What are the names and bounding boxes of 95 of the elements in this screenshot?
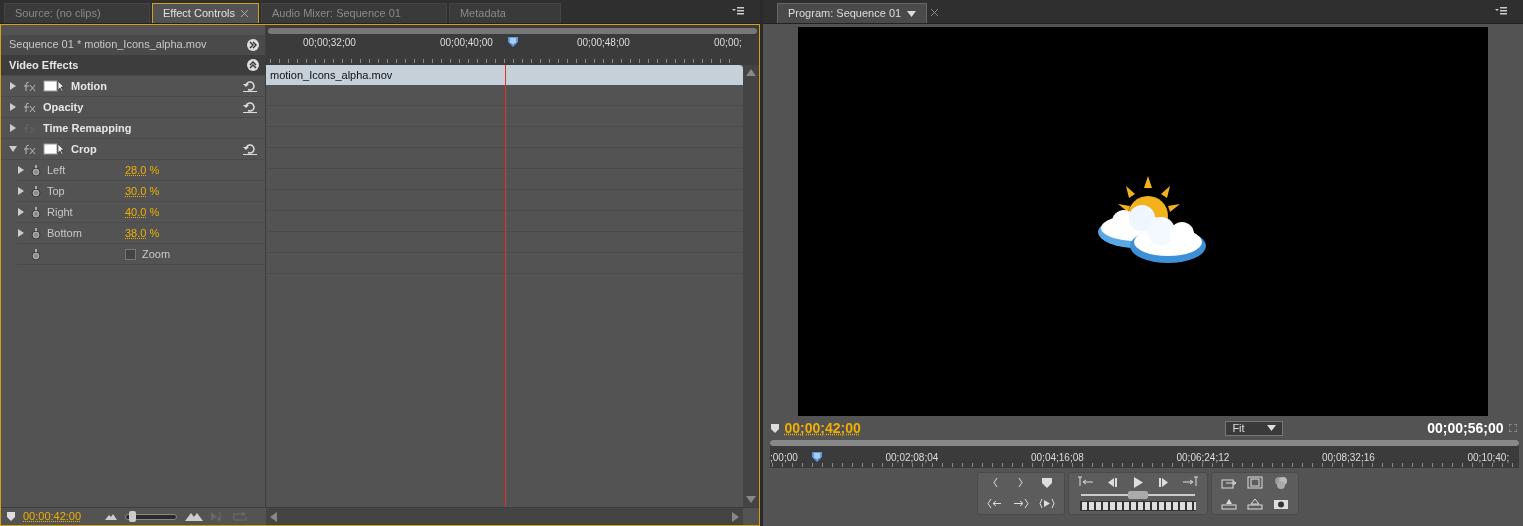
- ruler-label: 00;08;32;16: [1322, 451, 1375, 465]
- transform-icon[interactable]: [43, 143, 65, 155]
- expand-triangle-icon[interactable]: [17, 229, 25, 237]
- dropdown-icon[interactable]: [1266, 425, 1276, 431]
- expand-icon[interactable]: [1509, 424, 1517, 432]
- expand-triangle-icon[interactable]: [9, 124, 17, 132]
- go-to-out-icon[interactable]: [1013, 496, 1030, 510]
- duration-timecode: 00;00;56;00: [1427, 418, 1504, 438]
- reset-icon[interactable]: [243, 101, 257, 113]
- safe-margins-icon[interactable]: [1246, 476, 1263, 489]
- property-value[interactable]: 38.0: [125, 224, 147, 242]
- stopwatch-icon[interactable]: [31, 164, 41, 176]
- property-name: Bottom: [47, 225, 83, 241]
- fx-icon[interactable]: [23, 81, 37, 91]
- panel-menu-icon[interactable]: [732, 6, 744, 15]
- jog-wheel[interactable]: [1080, 501, 1196, 511]
- timeline-scrollbar[interactable]: [770, 440, 1519, 446]
- playhead-handle[interactable]: [507, 37, 518, 47]
- zoom-dropdown[interactable]: Fit: [1225, 420, 1283, 436]
- scroll-right-icon[interactable]: [732, 511, 739, 522]
- panel-tab[interactable]: Source: (no clips): [4, 3, 150, 23]
- property-name: Top: [47, 183, 66, 199]
- zoom-in-icon[interactable]: [185, 512, 204, 521]
- ruler-label: 00;00;32;00: [303, 36, 356, 50]
- step-forward-edit-icon[interactable]: [1182, 476, 1198, 489]
- scroll-up-icon[interactable]: [746, 69, 756, 76]
- slider-thumb[interactable]: [1128, 491, 1148, 499]
- effect-name: Motion: [71, 78, 108, 94]
- panel-menu-icon[interactable]: [1495, 6, 1507, 15]
- dropdown-icon[interactable]: [907, 10, 917, 17]
- scroll-down-icon[interactable]: [746, 496, 756, 503]
- step-back-edit-icon[interactable]: [1078, 476, 1094, 489]
- expand-triangle-icon[interactable]: [9, 103, 17, 111]
- unit-label: %: [149, 225, 160, 241]
- scroll-left-icon[interactable]: [270, 511, 277, 522]
- unit-label: %: [149, 204, 160, 220]
- transform-icon[interactable]: [43, 80, 65, 92]
- marker-icon[interactable]: [771, 423, 779, 433]
- expand-triangle-icon[interactable]: [9, 82, 17, 90]
- stopwatch-icon[interactable]: [31, 248, 41, 260]
- section-header: Video Effects: [9, 57, 79, 73]
- slider-thumb[interactable]: [128, 510, 136, 522]
- effect-name: Opacity: [43, 99, 84, 115]
- property-name: Right: [47, 204, 74, 220]
- ruler-label: 00;00;48;00: [577, 36, 630, 50]
- collapse-icon[interactable]: [247, 59, 259, 71]
- checkbox-label: Zoom: [142, 246, 171, 262]
- property-value[interactable]: 30.0: [125, 182, 147, 200]
- export-icon[interactable]: [1220, 476, 1237, 489]
- play-in-to-out-icon[interactable]: [1039, 496, 1056, 510]
- fx-icon[interactable]: [23, 144, 37, 154]
- ruler-label: 00;06;24;12: [1176, 451, 1230, 465]
- timeline-scrollbar[interactable]: [268, 28, 757, 34]
- shuttle-slider[interactable]: [1081, 491, 1195, 499]
- forward-icon[interactable]: [247, 38, 259, 51]
- panel-tab[interactable]: Audio Mixer: Sequence 01: [260, 3, 447, 23]
- panel-tab[interactable]: Program: Sequence 01: [777, 3, 928, 23]
- property-value[interactable]: 40.0: [125, 203, 147, 221]
- panel-tab[interactable]: Metadata: [448, 3, 561, 23]
- playhead-handle[interactable]: [812, 452, 823, 462]
- clip-header: Sequence 01 * motion_Icons_alpha.mov: [9, 37, 207, 53]
- marker-icon[interactable]: [7, 512, 15, 521]
- ruler-label: 00;02;08;04: [885, 451, 939, 465]
- expand-triangle-icon[interactable]: [17, 187, 25, 195]
- timecode[interactable]: 00;00;42;00: [784, 417, 861, 439]
- clip-bar[interactable]: motion_Icons_alpha.mov: [266, 65, 743, 85]
- collapse-triangle-icon[interactable]: [9, 145, 17, 153]
- ruler-label: 00;00;40;00: [440, 36, 493, 50]
- expand-triangle-icon[interactable]: [17, 166, 25, 174]
- stopwatch-icon[interactable]: [31, 206, 41, 218]
- fx-icon[interactable]: [23, 102, 37, 112]
- property-name: Left: [47, 162, 67, 178]
- stopwatch-icon[interactable]: [31, 227, 41, 239]
- property-value[interactable]: 28.0: [125, 161, 147, 179]
- ruler-label: 00;00;: [714, 36, 742, 50]
- checkbox[interactable]: [125, 248, 136, 260]
- ruler-label: ;00;00: [770, 451, 798, 465]
- expand-triangle-icon[interactable]: [17, 208, 25, 216]
- go-to-in-icon[interactable]: [987, 496, 1004, 510]
- stopwatch-icon[interactable]: [31, 185, 41, 197]
- unit-label: %: [149, 162, 160, 178]
- ruler-label: 00;04;16;08: [1031, 451, 1084, 465]
- panel-tab[interactable]: Effect Controls: [152, 3, 259, 23]
- timecode[interactable]: 00:00:42:00: [23, 508, 82, 525]
- ruler-label: 00;10;40;: [1467, 451, 1510, 465]
- reset-icon[interactable]: [243, 143, 257, 155]
- output-icon[interactable]: [1272, 476, 1289, 489]
- unit-label: %: [149, 183, 160, 199]
- close-icon[interactable]: [240, 10, 248, 17]
- close-icon[interactable]: [931, 9, 939, 16]
- reset-icon[interactable]: [243, 80, 257, 92]
- extract-icon[interactable]: [1246, 496, 1263, 510]
- zoom-out-icon[interactable]: [105, 513, 118, 520]
- effect-name: Crop: [71, 141, 97, 157]
- effect-name: Time Remapping: [43, 120, 132, 136]
